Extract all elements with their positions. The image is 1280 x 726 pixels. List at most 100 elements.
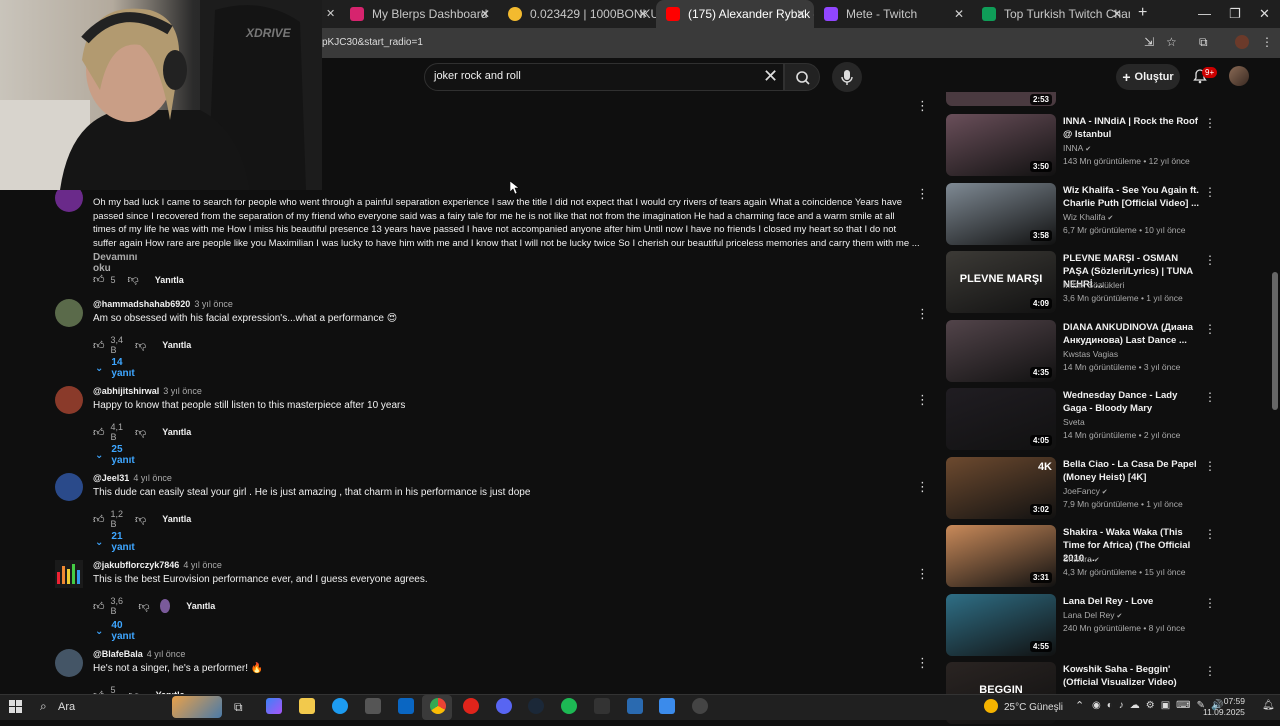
dislike-icon[interactable]: 👎︎	[135, 426, 146, 439]
video-thumbnail[interactable]: 3:31	[946, 525, 1056, 587]
tab-youtube[interactable]: (175) Alexander Rybak - Fairyta ✕	[656, 0, 814, 28]
weather-text[interactable]: 25°C Güneşli	[1004, 702, 1063, 713]
channel-name[interactable]: INNA ✔	[1063, 143, 1091, 153]
video-thumbnail[interactable]: 2:53	[946, 92, 1056, 106]
video-menu-icon[interactable]: ⋮	[1204, 116, 1216, 130]
spotify-icon[interactable]	[561, 698, 577, 714]
replies-toggle[interactable]: ⌄ 25 yanıt	[95, 444, 135, 466]
reply-button[interactable]: Yanıtla	[186, 601, 215, 611]
profile-avatar[interactable]	[1235, 35, 1249, 49]
replies-toggle[interactable]: ⌄ 40 yanıt	[95, 620, 135, 642]
video-thumbnail[interactable]: 3:58	[946, 183, 1056, 245]
video-menu-icon[interactable]: ⋮	[1204, 459, 1216, 473]
restore-button[interactable]: ❐	[1229, 6, 1241, 22]
dislike-icon[interactable]: 👎︎	[128, 273, 139, 286]
video-title[interactable]: Lana Del Rey - Love	[1063, 595, 1203, 608]
channel-name[interactable]: Shakira ✔	[1063, 554, 1100, 564]
dislike-icon[interactable]: 👎︎	[135, 339, 146, 352]
comment-author[interactable]: @Jeel31 4 yıl önce	[93, 473, 172, 483]
avatar[interactable]	[55, 473, 83, 501]
video-menu-icon[interactable]: ⋮	[1204, 527, 1216, 541]
account-avatar[interactable]	[1229, 66, 1249, 86]
related-video-item[interactable]: 4:05 Wednesday Dance - Lady Gaga - Bloody…	[946, 388, 1246, 452]
channel-name[interactable]: JoeFancy ✔	[1063, 486, 1108, 496]
app-icon[interactable]	[594, 698, 610, 714]
channel-name[interactable]: Wiz Khalifa ✔	[1063, 212, 1113, 222]
replies-toggle[interactable]: ⌄ 14 yanıt	[95, 357, 135, 379]
close-icon[interactable]: ✕	[796, 7, 806, 21]
video-thumbnail[interactable]: 4:05	[946, 388, 1056, 450]
task-view-icon[interactable]: ⧉	[234, 700, 243, 715]
settings-app-icon[interactable]	[627, 698, 643, 714]
related-video-item[interactable]: 3:58 Wiz Khalifa - See You Again ft. Char…	[946, 183, 1246, 247]
comment-menu-icon[interactable]: ⋮	[916, 186, 929, 202]
new-tab-button[interactable]: +	[1138, 4, 1147, 22]
video-menu-icon[interactable]: ⋮	[1204, 253, 1216, 267]
clock-date[interactable]: 11.09.2025	[1203, 707, 1245, 717]
avatar[interactable]	[55, 386, 83, 414]
app-icon[interactable]	[692, 698, 708, 714]
search-button[interactable]	[784, 63, 820, 91]
video-menu-icon[interactable]: ⋮	[1204, 664, 1216, 678]
dislike-icon[interactable]: 👎︎	[135, 513, 146, 526]
edge-icon[interactable]	[332, 698, 348, 714]
related-video-item[interactable]: 3:50 INNA - INNdiA | Rock the Roof @ Ista…	[946, 114, 1246, 178]
channel-name[interactable]: Sveta	[1063, 417, 1085, 427]
clear-search-icon[interactable]: ✕	[763, 66, 778, 87]
close-icon[interactable]: ✕	[638, 7, 648, 21]
comment-menu-icon[interactable]: ⋮	[916, 392, 929, 408]
comment-menu-icon[interactable]: ⋮	[916, 98, 929, 114]
avatar[interactable]	[55, 299, 83, 327]
related-video-item[interactable]: PLEVNE MARŞI 4:09 PLEVNE MARŞI - OSMAN PAŞ…	[946, 251, 1246, 315]
dislike-icon[interactable]: 👎︎	[138, 600, 149, 613]
video-thumbnail[interactable]: 4K 3:02	[946, 457, 1056, 519]
video-title[interactable]: DIANA ANKUDINOVA (Диана Анкудинова) Last…	[1063, 321, 1203, 347]
channel-name[interactable]: Lana Del Rey ✔	[1063, 610, 1122, 620]
comment-author[interactable]: @jakubflorczyk7846 4 yıl önce	[93, 560, 222, 570]
video-title[interactable]: Bella Ciao - La Casa De Papel (Money Hei…	[1063, 458, 1203, 484]
tab-blerps[interactable]: My Blerps Dashboard ✕	[340, 0, 498, 28]
minimize-button[interactable]: —	[1198, 6, 1211, 21]
comment-author[interactable]: @abhijitshirwal 3 yıl önce	[93, 386, 202, 396]
like-icon[interactable]: 👍︎	[93, 600, 105, 613]
voice-search-button[interactable]	[832, 62, 862, 92]
reply-button[interactable]: Yanıtla	[155, 275, 184, 285]
close-window-button[interactable]: ✕	[1259, 6, 1270, 22]
comment-menu-icon[interactable]: ⋮	[916, 479, 929, 495]
replies-toggle[interactable]: ⌄ 21 yanıt	[95, 531, 135, 553]
comment-menu-icon[interactable]: ⋮	[916, 655, 929, 671]
file-explorer-icon[interactable]	[299, 698, 315, 714]
video-thumbnail[interactable]: 4:35	[946, 320, 1056, 382]
video-menu-icon[interactable]: ⋮	[1204, 390, 1216, 404]
comment-author[interactable]: @BlafeBala 4 yıl önce	[93, 649, 185, 659]
related-video-item[interactable]: 4:55 Lana Del Rey - Love Lana Del Rey ✔ 240…	[946, 594, 1246, 658]
taskbar-search[interactable]: ⌕ Ara	[34, 696, 224, 718]
video-title[interactable]: INNA - INNdiA | Rock the Roof @ Istanbul	[1063, 115, 1203, 141]
discord-icon[interactable]	[496, 698, 512, 714]
video-thumbnail[interactable]: PLEVNE MARŞI 4:09	[946, 251, 1056, 313]
store-icon[interactable]	[365, 698, 381, 714]
reply-button[interactable]: Yanıtla	[162, 427, 191, 437]
app-icon[interactable]	[659, 698, 675, 714]
like-icon[interactable]: 👍︎	[93, 426, 105, 439]
video-thumbnail[interactable]: 3:50	[946, 114, 1056, 176]
video-title[interactable]: Kowshik Saha - Beggin' (Official Visuali…	[1063, 663, 1203, 689]
copilot-icon[interactable]	[266, 698, 282, 714]
related-video-item[interactable]: 4:35 DIANA ANKUDINOVA (Диана Анкудинова) …	[946, 320, 1246, 384]
notifications-icon[interactable]: 🔔︎	[1262, 700, 1275, 711]
install-icon[interactable]: ⇲	[1144, 35, 1158, 49]
tab-close-icon[interactable]: ✕	[326, 7, 335, 20]
chevron-up-icon[interactable]: ⌃	[1075, 699, 1084, 712]
chrome-icon[interactable]	[430, 698, 446, 714]
steam-icon[interactable]	[528, 698, 544, 714]
close-icon[interactable]: ✕	[480, 7, 490, 21]
extensions-icon[interactable]: ⧉	[1199, 35, 1213, 49]
windows-start-icon[interactable]	[9, 700, 23, 714]
like-icon[interactable]: 👍︎	[93, 273, 105, 286]
video-title[interactable]: Wednesday Dance - Lady Gaga - Bloody Mar…	[1063, 389, 1203, 415]
video-menu-icon[interactable]: ⋮	[1204, 596, 1216, 610]
video-menu-icon[interactable]: ⋮	[1204, 322, 1216, 336]
url-field[interactable]: pKJC30&start_radio=1	[322, 37, 423, 48]
close-icon[interactable]: ✕	[1112, 7, 1122, 21]
menu-icon[interactable]: ⋮	[1261, 35, 1275, 49]
